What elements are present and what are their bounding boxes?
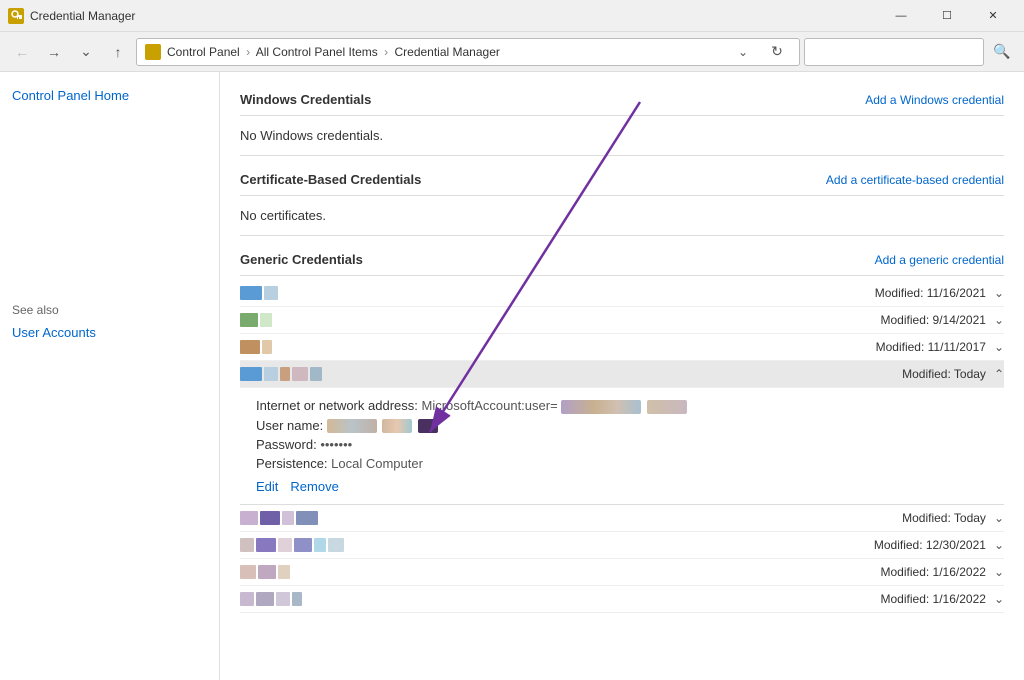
certificate-credentials-title: Certificate-Based Credentials	[240, 172, 421, 187]
close-button[interactable]: ✕	[970, 0, 1016, 32]
remove-credential-link[interactable]: Remove	[290, 479, 338, 494]
address-chevron-button[interactable]: ⌄	[729, 38, 757, 66]
breadcrumb-all: All Control Panel Items	[256, 45, 378, 59]
content-area: Windows Credentials Add a Windows creden…	[220, 72, 1024, 680]
credential-icon	[240, 313, 272, 327]
credential-modified: Modified: 12/30/2021	[874, 538, 986, 552]
breadcrumb-cp: Control Panel	[167, 45, 240, 59]
username-value-blurred3	[418, 419, 438, 433]
credential-icon	[240, 367, 322, 381]
credential-info	[240, 592, 302, 606]
recent-locations-button[interactable]: ⌄	[72, 38, 100, 66]
credential-info	[240, 340, 272, 354]
credential-expanded-body: Internet or network address: MicrosoftAc…	[240, 388, 1004, 505]
search-button[interactable]: 🔍	[988, 38, 1016, 66]
credential-row[interactable]: Modified: 11/11/2017 ⌄	[240, 334, 1004, 361]
credential-icon	[240, 511, 318, 525]
credential-actions: Edit Remove	[256, 479, 988, 494]
address-bar-input[interactable]: Control Panel › All Control Panel Items …	[136, 38, 800, 66]
expand-icon: ⌄	[994, 565, 1004, 579]
expand-icon: ⌄	[994, 286, 1004, 300]
credential-info	[240, 565, 290, 579]
expand-icon: ⌄	[994, 340, 1004, 354]
address-value-blurred	[561, 400, 641, 414]
username-field: User name:	[256, 418, 988, 434]
back-button[interactable]: ←	[8, 38, 36, 66]
app-icon	[8, 8, 24, 24]
title-bar-left: Credential Manager	[8, 8, 135, 24]
credential-modified-today: Modified: Today	[902, 367, 986, 381]
certificate-credentials-empty: No certificates.	[240, 200, 1004, 236]
see-also-label: See also	[12, 303, 207, 317]
search-input[interactable]	[804, 38, 984, 66]
credential-modified: Modified: 9/14/2021	[881, 313, 986, 327]
windows-credentials-empty: No Windows credentials.	[240, 120, 1004, 156]
address-bar: ← → ⌄ ↑ Control Panel › All Control Pane…	[0, 32, 1024, 72]
title-bar: Credential Manager — ☐ ✕	[0, 0, 1024, 32]
credential-modified: Modified: Today	[902, 511, 986, 525]
minimize-button[interactable]: —	[878, 0, 924, 32]
add-windows-credential-link[interactable]: Add a Windows credential	[865, 93, 1004, 107]
username-value-blurred2	[382, 419, 412, 433]
credential-info	[240, 286, 278, 300]
password-value: •••••••	[320, 437, 352, 452]
generic-credentials-section: Generic Credentials Add a generic creden…	[240, 244, 1004, 276]
window-controls: — ☐ ✕	[878, 0, 1016, 32]
credential-row[interactable]: Modified: 1/16/2022 ⌄	[240, 559, 1004, 586]
credential-row[interactable]: Modified: Today ⌄	[240, 505, 1004, 532]
sidebar: Control Panel Home See also User Account…	[0, 72, 220, 680]
breadcrumb: Control Panel › All Control Panel Items …	[167, 45, 723, 59]
expand-icon: ⌄	[994, 538, 1004, 552]
credential-icon	[240, 592, 302, 606]
credential-icon	[240, 340, 272, 354]
user-accounts-link[interactable]: User Accounts	[12, 325, 207, 340]
refresh-button[interactable]: ↻	[763, 38, 791, 66]
credential-row[interactable]: Modified: 1/16/2022 ⌄	[240, 586, 1004, 613]
address-field: Internet or network address: MicrosoftAc…	[256, 398, 988, 414]
address-value-blurred2	[647, 400, 687, 414]
shield-icon	[145, 44, 161, 60]
sidebar-home-link[interactable]: Control Panel Home	[12, 88, 207, 103]
add-certificate-credential-link[interactable]: Add a certificate-based credential	[826, 173, 1004, 187]
maximize-button[interactable]: ☐	[924, 0, 970, 32]
expand-icon: ⌄	[994, 592, 1004, 606]
main-layout: Control Panel Home See also User Account…	[0, 72, 1024, 680]
password-field: Password: •••••••	[256, 437, 988, 452]
credential-icon	[240, 565, 290, 579]
credential-row[interactable]: Modified: 11/16/2021 ⌄	[240, 280, 1004, 307]
certificate-credentials-section: Certificate-Based Credentials Add a cert…	[240, 164, 1004, 196]
generic-credentials-title: Generic Credentials	[240, 252, 363, 267]
credential-info	[240, 538, 344, 552]
up-button[interactable]: ↑	[104, 38, 132, 66]
collapse-icon: ⌃	[994, 367, 1004, 381]
window-title: Credential Manager	[30, 9, 135, 23]
credential-modified: Modified: 1/16/2022	[881, 592, 986, 606]
expand-icon: ⌄	[994, 511, 1004, 525]
credential-icon	[240, 286, 278, 300]
credential-modified: Modified: 11/16/2021	[875, 286, 986, 300]
credential-row-expanded-header[interactable]: Modified: Today ⌃	[240, 361, 1004, 388]
credential-info	[240, 367, 322, 381]
expand-icon: ⌄	[994, 313, 1004, 327]
credential-modified: Modified: 11/11/2017	[876, 340, 986, 354]
credential-info	[240, 313, 272, 327]
add-generic-credential-link[interactable]: Add a generic credential	[875, 253, 1004, 267]
windows-credentials-section: Windows Credentials Add a Windows creden…	[240, 84, 1004, 116]
credential-modified: Modified: 1/16/2022	[881, 565, 986, 579]
username-value-blurred	[327, 419, 377, 433]
credential-row[interactable]: Modified: 9/14/2021 ⌄	[240, 307, 1004, 334]
credential-info	[240, 511, 318, 525]
credential-row[interactable]: Modified: 12/30/2021 ⌄	[240, 532, 1004, 559]
edit-credential-link[interactable]: Edit	[256, 479, 278, 494]
persistence-value: Local Computer	[331, 456, 423, 471]
windows-credentials-title: Windows Credentials	[240, 92, 371, 107]
breadcrumb-cm: Credential Manager	[394, 45, 499, 59]
credential-icon	[240, 538, 344, 552]
persistence-field: Persistence: Local Computer	[256, 456, 988, 471]
forward-button[interactable]: →	[40, 38, 68, 66]
